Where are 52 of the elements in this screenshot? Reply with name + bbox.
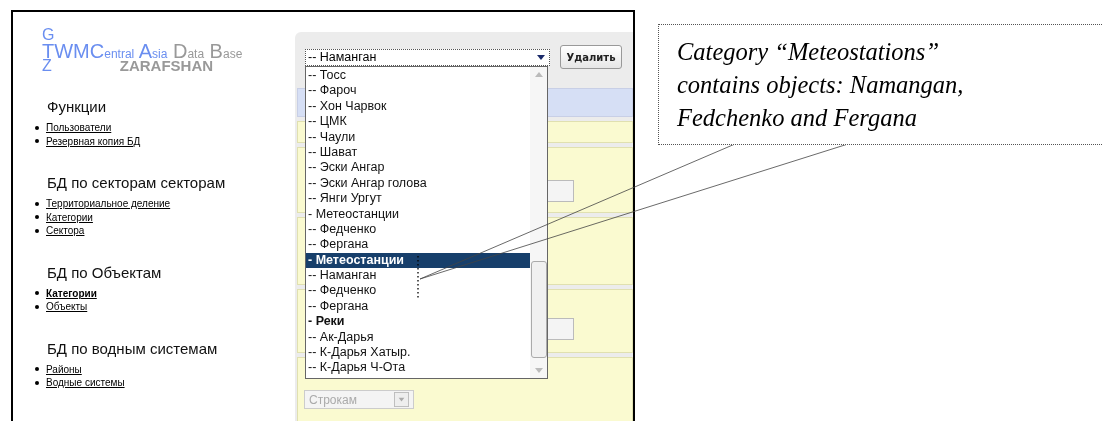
bullet-icon (35, 291, 39, 296)
sidebar-link[interactable]: Резервная копия БД (46, 135, 141, 147)
sidebar-link[interactable]: Категории (46, 287, 97, 299)
section-heading: Функции (47, 98, 108, 115)
section-heading: БД по водным системам (47, 339, 219, 357)
dropdown-option[interactable]: -- Федченко (306, 221, 530, 238)
logo: G TWMCentral Asia Data Base Z ZARAFSHAN (42, 27, 244, 72)
dropdown-option[interactable]: - Метеостанции (306, 252, 530, 269)
sidebar-link[interactable]: Сектора (46, 225, 85, 237)
dropdown-option[interactable]: -- Фергана (306, 237, 530, 253)
delete-button[interactable]: Удалить (560, 45, 622, 69)
dotted-marker-line (417, 256, 419, 298)
bullet-icon (35, 367, 39, 372)
bullet-icon (35, 139, 39, 144)
dropdown-option[interactable]: -- Тосс (306, 68, 530, 84)
dropdown-option[interactable]: -- Янги Ургут (306, 191, 530, 207)
dropdown-option[interactable]: -- Фергана (306, 298, 530, 315)
caret-icon (537, 54, 545, 60)
dropdown-option[interactable]: -- Ак-Дарья (306, 329, 530, 346)
bullet-icon (35, 215, 39, 220)
scroll-down-icon[interactable] (533, 368, 544, 374)
bullet-icon (35, 304, 39, 309)
dropdown-option[interactable]: - Реки (306, 314, 530, 330)
dropdown-option[interactable]: -- Фароч (306, 83, 530, 99)
dropdown-option[interactable]: -- Федченко (306, 283, 530, 299)
scroll-up-icon[interactable] (533, 71, 544, 77)
callout-text: Category “Meteostations” contains objects: Namangan, Fedchenko and Fergana (677, 37, 965, 133)
bullet-icon (35, 380, 39, 385)
dropdown-option[interactable]: -- Эски Ангар (306, 160, 530, 176)
bullet-icon (35, 201, 39, 206)
dropdown-option[interactable]: -- Хон Чарвок (306, 98, 530, 115)
section-heading: БД по Объектам (47, 263, 163, 281)
dropdown-option[interactable]: -- К-Дарья Хатыр. (306, 345, 530, 361)
dropdown-option[interactable]: -- Эски Ангар голова (306, 175, 530, 192)
section-heading: БД по секторам секторам (47, 174, 227, 191)
bullet-icon (35, 228, 39, 233)
dropdown-option[interactable]: -- Наманган (306, 268, 530, 284)
dropdown-option[interactable]: -- Чаули (306, 129, 530, 145)
sidebar-link[interactable]: Пользователи (46, 122, 112, 134)
dropdown-option[interactable]: -- ЦМК (306, 114, 530, 130)
object-select[interactable]: -- Наманган (305, 48, 550, 66)
scrollbar[interactable] (530, 67, 547, 378)
sidebar-link[interactable]: Районы (46, 363, 82, 375)
dropdown-option[interactable]: -- Шават (306, 144, 530, 161)
sidebar-link[interactable]: Территориальное деление (46, 198, 171, 210)
dropdown-option[interactable]: -- К-Дарья Ч-Ота (306, 360, 530, 376)
dropdown-option[interactable]: - Метеостанции (306, 206, 530, 222)
sidebar-link[interactable]: Водные системы (46, 377, 125, 389)
bullet-icon (35, 125, 39, 130)
sidebar-link[interactable]: Объекты (46, 301, 88, 313)
sidebar-link[interactable]: Категории (46, 211, 93, 223)
caret-icon (394, 392, 409, 407)
